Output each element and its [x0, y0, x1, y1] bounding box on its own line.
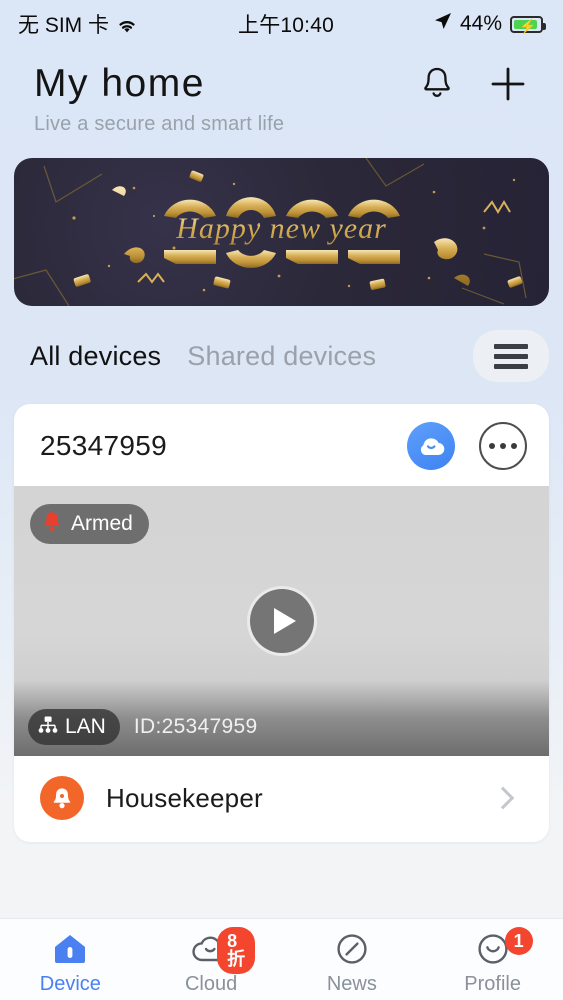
play-icon[interactable] — [246, 586, 317, 656]
device-id-label: ID:25347959 — [133, 715, 258, 738]
cloud-icon: 8折 — [190, 927, 256, 974]
more-dots-icon[interactable] — [479, 422, 527, 470]
bell-icon[interactable] — [419, 65, 455, 103]
nav-item-device[interactable]: Device — [0, 923, 141, 996]
promo-banner[interactable]: Happy new year — [14, 158, 549, 306]
nav-label-profile: Profile — [464, 973, 521, 995]
tab-shared-devices[interactable]: Shared devices — [187, 341, 376, 372]
location-arrow-icon — [434, 12, 452, 36]
compass-icon — [335, 929, 369, 969]
status-bar: 无 SIM 卡 上午10:40 44% ⚡ — [0, 0, 563, 48]
device-card-header: 25347959 — [14, 404, 549, 486]
nav-item-news[interactable]: News — [282, 923, 423, 996]
page-header: My home Live a secure and smart life — [0, 48, 563, 136]
nav-item-cloud[interactable]: 8折 Cloud — [141, 923, 282, 996]
header-row: My home — [34, 62, 535, 106]
alarm-bell-icon — [41, 510, 63, 539]
status-time: 上午10:40 — [238, 14, 334, 37]
bottom-navigation: Device 8折 Cloud News 1 Profile — [0, 918, 563, 1000]
status-left: 无 SIM 卡 — [18, 9, 138, 39]
nav-item-profile[interactable]: 1 Profile — [422, 923, 563, 996]
carrier-label: 无 SIM 卡 — [18, 14, 110, 37]
preview-footer: LAN ID:25347959 — [14, 698, 549, 756]
battery-charging-icon: ⚡ — [510, 15, 546, 34]
plus-icon[interactable] — [489, 65, 527, 103]
face-icon: 1 — [476, 927, 533, 969]
housekeeper-bell-icon — [40, 776, 84, 820]
housekeeper-label: Housekeeper — [106, 782, 263, 813]
page-title: My home — [34, 62, 205, 105]
header-actions — [419, 65, 535, 103]
battery-percent-label: 44% — [459, 12, 502, 35]
network-lan-icon — [37, 715, 59, 740]
housekeeper-row[interactable]: Housekeeper — [14, 756, 549, 842]
nav-label-cloud: Cloud — [184, 973, 238, 995]
profile-badge: 1 — [504, 927, 533, 955]
status-badge: Armed — [30, 504, 149, 544]
device-tabs: All devices Shared devices — [0, 306, 563, 382]
nav-label-device: Device — [39, 973, 101, 995]
status-badge-label: Armed — [71, 512, 133, 535]
device-card: 25347959 Armed LAN ID:25347959 Housekeep… — [14, 404, 549, 842]
cloud-badge: 8折 — [217, 927, 256, 974]
cloud-icon[interactable] — [407, 422, 455, 470]
lan-badge: LAN — [28, 709, 120, 745]
wifi-icon — [116, 16, 138, 33]
nav-label-news: News — [326, 973, 377, 995]
camera-preview[interactable]: Armed LAN ID:25347959 — [14, 486, 549, 756]
home-icon — [50, 929, 90, 969]
chevron-right-icon — [491, 786, 515, 810]
banner-greeting: Happy new year — [14, 212, 549, 246]
status-right: 44% ⚡ — [434, 12, 546, 36]
tab-all-devices[interactable]: All devices — [30, 341, 161, 372]
device-name: 25347959 — [40, 430, 167, 461]
lan-badge-label: LAN — [65, 715, 106, 738]
hamburger-menu-icon[interactable] — [473, 330, 549, 382]
page-subtitle: Live a secure and smart life — [34, 113, 285, 135]
